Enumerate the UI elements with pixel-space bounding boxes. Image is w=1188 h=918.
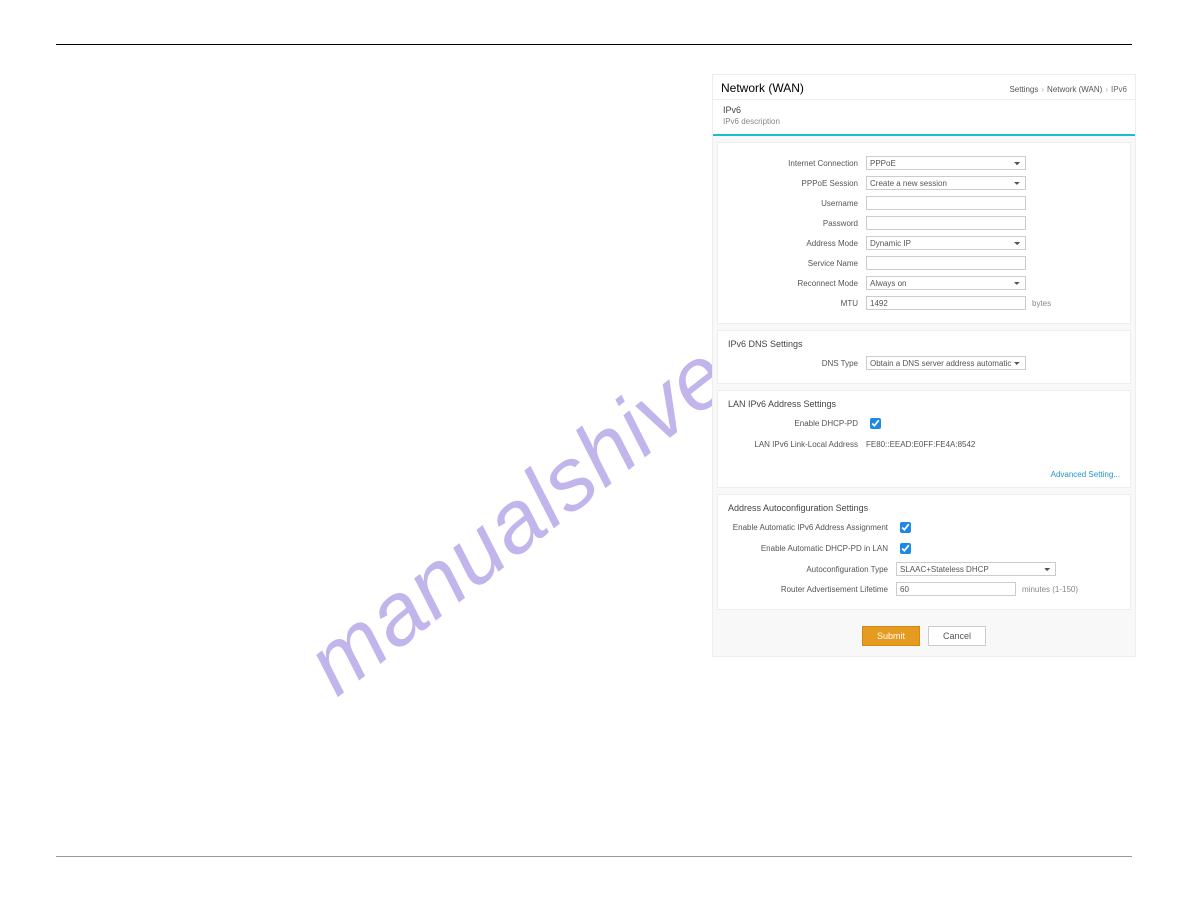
- label-mtu: MTU: [728, 299, 866, 308]
- label-reconnect-mode: Reconnect Mode: [728, 279, 866, 288]
- crumb-settings[interactable]: Settings: [1009, 85, 1038, 94]
- enable-dhcp-pd-lan-checkbox[interactable]: [900, 543, 911, 554]
- autoconf-title: Address Autoconfiguration Settings: [728, 503, 1120, 513]
- submit-button[interactable]: Submit: [862, 626, 920, 646]
- subheader-desc: IPv6 description: [713, 117, 1135, 136]
- lan-block: LAN IPv6 Address Settings Enable DHCP-PD…: [717, 390, 1131, 488]
- label-ra-lifetime: Router Advertisement Lifetime: [728, 585, 896, 594]
- ra-lifetime-input[interactable]: [896, 582, 1016, 596]
- panel-header: Network (WAN) Settings›Network (WAN)›IPv…: [713, 75, 1135, 100]
- advanced-setting-link[interactable]: Advanced Setting...: [728, 470, 1120, 479]
- page-title: Network (WAN): [721, 81, 804, 95]
- auto-type-select[interactable]: SLAAC+Stateless DHCP: [896, 562, 1056, 576]
- label-service-name: Service Name: [728, 259, 866, 268]
- breadcrumb: Settings›Network (WAN)›IPv6: [1009, 85, 1127, 94]
- link-local-value: FE80::EEAD:E0FF:FE4A:8542: [866, 440, 1026, 449]
- label-username: Username: [728, 199, 866, 208]
- ra-lifetime-unit: minutes (1-150): [1022, 585, 1078, 594]
- label-pppoe-session: PPPoE Session: [728, 179, 866, 188]
- label-enable-dhcp-pd-lan: Enable Automatic DHCP-PD in LAN: [728, 544, 896, 553]
- crumb-ipv6: IPv6: [1111, 85, 1127, 94]
- mtu-input[interactable]: [866, 296, 1026, 310]
- button-row: Submit Cancel: [713, 616, 1135, 656]
- dns-title: IPv6 DNS Settings: [728, 339, 1120, 349]
- service-name-input[interactable]: [866, 256, 1026, 270]
- username-input[interactable]: [866, 196, 1026, 210]
- label-address-mode: Address Mode: [728, 239, 866, 248]
- label-dns-type: DNS Type: [728, 359, 866, 368]
- subheader-title: IPv6: [713, 100, 1135, 117]
- address-mode-select[interactable]: Dynamic IP: [866, 236, 1026, 250]
- enable-ipv6-assign-checkbox[interactable]: [900, 522, 911, 533]
- rule-top: [56, 44, 1132, 45]
- label-enable-ipv6-assign: Enable Automatic IPv6 Address Assignment: [728, 523, 896, 532]
- cancel-button[interactable]: Cancel: [928, 626, 986, 646]
- pppoe-session-select[interactable]: Create a new session: [866, 176, 1026, 190]
- password-input[interactable]: [866, 216, 1026, 230]
- internet-connection-select[interactable]: PPPoE: [866, 156, 1026, 170]
- dns-block: IPv6 DNS Settings DNS Type Obtain a DNS …: [717, 330, 1131, 384]
- settings-panel: Network (WAN) Settings›Network (WAN)›IPv…: [712, 74, 1136, 657]
- label-auto-type: Autoconfiguration Type: [728, 565, 896, 574]
- rule-bottom: [56, 856, 1132, 857]
- label-link-local: LAN IPv6 Link-Local Address: [728, 440, 866, 449]
- enable-dhcp-pd-checkbox[interactable]: [870, 418, 881, 429]
- reconnect-mode-select[interactable]: Always on: [866, 276, 1026, 290]
- lan-title: LAN IPv6 Address Settings: [728, 399, 1120, 409]
- connection-block: Internet Connection PPPoE PPPoE Session …: [717, 142, 1131, 324]
- autoconf-block: Address Autoconfiguration Settings Enabl…: [717, 494, 1131, 610]
- label-enable-dhcp-pd: Enable DHCP-PD: [728, 419, 866, 428]
- mtu-unit: bytes: [1032, 299, 1051, 308]
- crumb-network-wan[interactable]: Network (WAN): [1047, 85, 1102, 94]
- dns-type-select[interactable]: Obtain a DNS server address automaticall…: [866, 356, 1026, 370]
- label-password: Password: [728, 219, 866, 228]
- label-internet-connection: Internet Connection: [728, 159, 866, 168]
